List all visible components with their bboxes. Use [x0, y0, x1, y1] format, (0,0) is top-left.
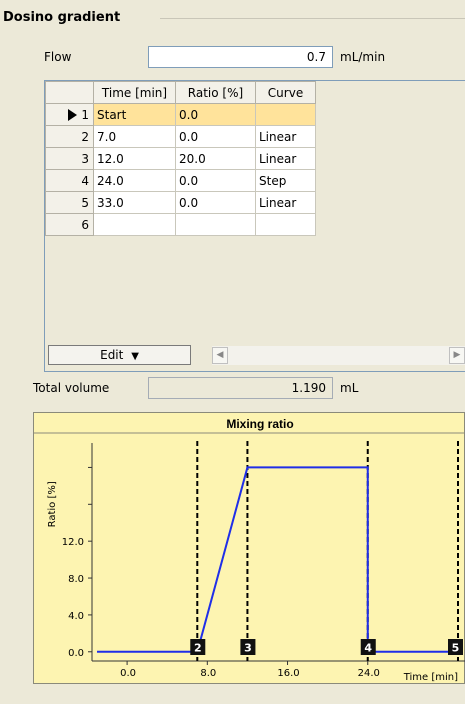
y-tick-label: 8.0: [68, 574, 84, 585]
curve-cell[interactable]: Step: [255, 169, 316, 192]
table-row[interactable]: 2 7.0 0.0 Linear: [45, 125, 316, 148]
section-title: Dosino gradient: [3, 10, 127, 25]
ratio-cell[interactable]: [175, 213, 256, 236]
curve-cell[interactable]: Linear: [255, 147, 316, 170]
table-row[interactable]: 6: [45, 213, 316, 236]
row-header[interactable]: 3: [45, 147, 94, 170]
step-marker-label: 2: [194, 642, 202, 655]
chart-canvas: Mixing ratio 0.0 4.0 8.0 12.0 Ratio [%] 0.0 8.0…: [34, 417, 465, 683]
total-volume-label: Total volume: [33, 381, 110, 395]
column-header-time[interactable]: Time [min]: [93, 81, 176, 104]
step-marker-label: 4: [364, 642, 372, 655]
table-row[interactable]: 4 24.0 0.0 Step: [45, 169, 316, 192]
ratio-cell[interactable]: 20.0: [175, 147, 256, 170]
y-axis-label: Ratio [%]: [47, 481, 58, 527]
time-cell[interactable]: 12.0: [93, 147, 176, 170]
ratio-cell[interactable]: 0.0: [175, 191, 256, 214]
mixing-ratio-chart: Mixing ratio 0.0 4.0 8.0 12.0 Ratio [%] 0.0 8.0…: [33, 412, 465, 684]
time-cell[interactable]: 7.0: [93, 125, 176, 148]
x-axis-label: Time [min]: [403, 672, 458, 683]
edit-button[interactable]: Edit ▼: [48, 345, 191, 365]
y-tick-label: 12.0: [62, 537, 84, 548]
row-header[interactable]: 4: [45, 169, 94, 192]
curve-cell[interactable]: Linear: [255, 191, 316, 214]
time-cell[interactable]: [93, 213, 176, 236]
time-cell[interactable]: Start: [93, 103, 176, 126]
mixing-ratio-line: [97, 466, 458, 653]
edit-button-label: Edit: [100, 348, 124, 362]
row-header[interactable]: 2: [45, 125, 94, 148]
time-cell[interactable]: 33.0: [93, 191, 176, 214]
ratio-cell[interactable]: 0.0: [175, 125, 256, 148]
x-tick-label: 24.0: [358, 668, 380, 679]
column-header-rownum: [45, 81, 94, 104]
table-row[interactable]: 1 Start 0.0: [45, 103, 316, 126]
table-header-row: Time [min] Ratio [%] Curve: [45, 81, 316, 104]
curve-cell[interactable]: [255, 213, 316, 236]
row-header[interactable]: 6: [45, 213, 94, 236]
flow-unit: mL/min: [340, 50, 386, 64]
triangle-down-icon: ▼: [131, 351, 139, 362]
section-divider: [160, 18, 465, 19]
time-cell[interactable]: 24.0: [93, 169, 176, 192]
column-header-ratio[interactable]: Ratio [%]: [175, 81, 256, 104]
x-tick-label: 0.0: [120, 668, 136, 679]
chart-title: Mixing ratio: [226, 417, 293, 431]
x-tick-label: 16.0: [277, 668, 299, 679]
step-marker-label: 5: [452, 642, 460, 655]
row-number: 1: [81, 107, 89, 122]
gradient-table-grid: Time [min] Ratio [%] Curve 1 Start 0.0 2…: [45, 81, 316, 236]
column-header-curve[interactable]: Curve: [255, 81, 316, 104]
ratio-cell[interactable]: 0.0: [175, 103, 256, 126]
curve-cell[interactable]: [255, 103, 316, 126]
table-row[interactable]: 5 33.0 0.0 Linear: [45, 191, 316, 214]
x-tick-label: 8.0: [200, 668, 216, 679]
gradient-table[interactable]: Time [min] Ratio [%] Curve 1 Start 0.0 2…: [44, 80, 465, 372]
flow-label: Flow: [44, 50, 72, 64]
total-volume-unit: mL: [340, 381, 359, 395]
curve-cell[interactable]: Linear: [255, 125, 316, 148]
table-row[interactable]: 3 12.0 20.0 Linear: [45, 147, 316, 170]
step-marker-label: 3: [244, 642, 252, 655]
total-volume-field: 1.190: [148, 377, 333, 399]
ratio-cell[interactable]: 0.0: [175, 169, 256, 192]
y-tick-label: 0.0: [68, 648, 84, 659]
scroll-left-icon[interactable]: ◀: [212, 347, 228, 364]
flow-input[interactable]: 0.7: [148, 46, 333, 68]
row-header[interactable]: 1: [45, 103, 94, 126]
row-header[interactable]: 5: [45, 191, 94, 214]
current-row-arrow-icon: [68, 109, 78, 121]
scroll-right-icon[interactable]: ▶: [449, 347, 465, 364]
horizontal-scrollbar[interactable]: ◀ ▶: [212, 346, 465, 365]
y-tick-label: 4.0: [68, 611, 84, 622]
